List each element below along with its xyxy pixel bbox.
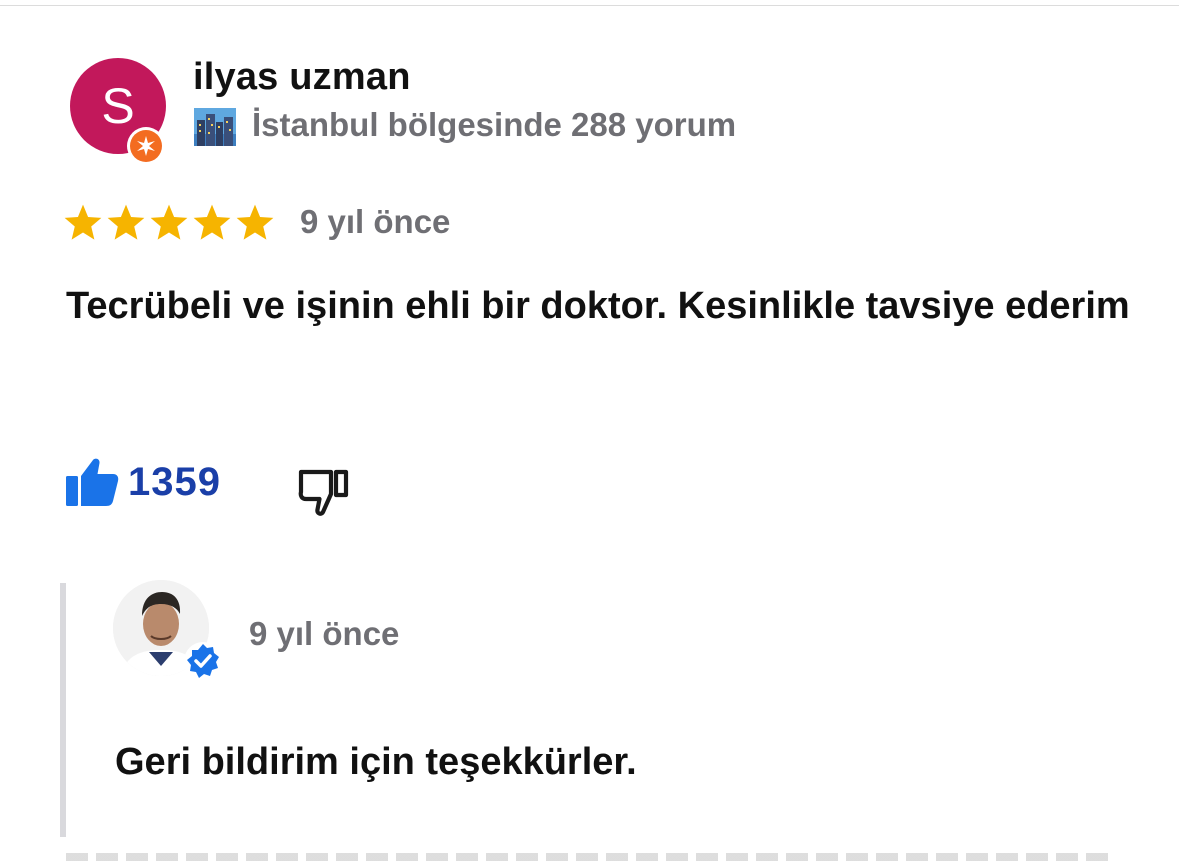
review-text: Tecrübeli ve işinin ehli bir doktor. Kes… — [66, 285, 1130, 327]
review-time: 9 yıl önce — [300, 203, 451, 240]
like-count: 1359 — [128, 459, 221, 504]
reviewer-meta[interactable]: İstanbul bölgesinde 288 yorum — [252, 106, 736, 144]
star-icon — [236, 204, 274, 240]
verified-check-icon — [183, 641, 223, 681]
top-divider — [0, 5, 1179, 6]
avatar-letter: S — [101, 78, 135, 134]
city-buildings-icon — [194, 108, 236, 146]
reply-text: Geri bildirim için teşekkürler. — [115, 741, 637, 783]
thumbs-up-filled-icon — [66, 458, 119, 506]
local-guide-badge-icon — [127, 127, 165, 165]
star-icon — [193, 204, 231, 240]
star-icon — [64, 204, 102, 240]
reviewer-name[interactable]: ilyas uzman — [193, 56, 411, 99]
like-button[interactable]: 1359 — [64, 456, 221, 508]
star-icon — [107, 204, 145, 240]
thumbs-down-outline-icon — [298, 469, 349, 516]
star-icon — [150, 204, 188, 240]
reply-indent-bar — [60, 583, 66, 837]
dislike-button[interactable] — [296, 466, 350, 518]
next-review-cutoff — [66, 853, 1116, 861]
reply-time: 9 yıl önce — [249, 615, 400, 652]
star-rating — [62, 202, 276, 244]
